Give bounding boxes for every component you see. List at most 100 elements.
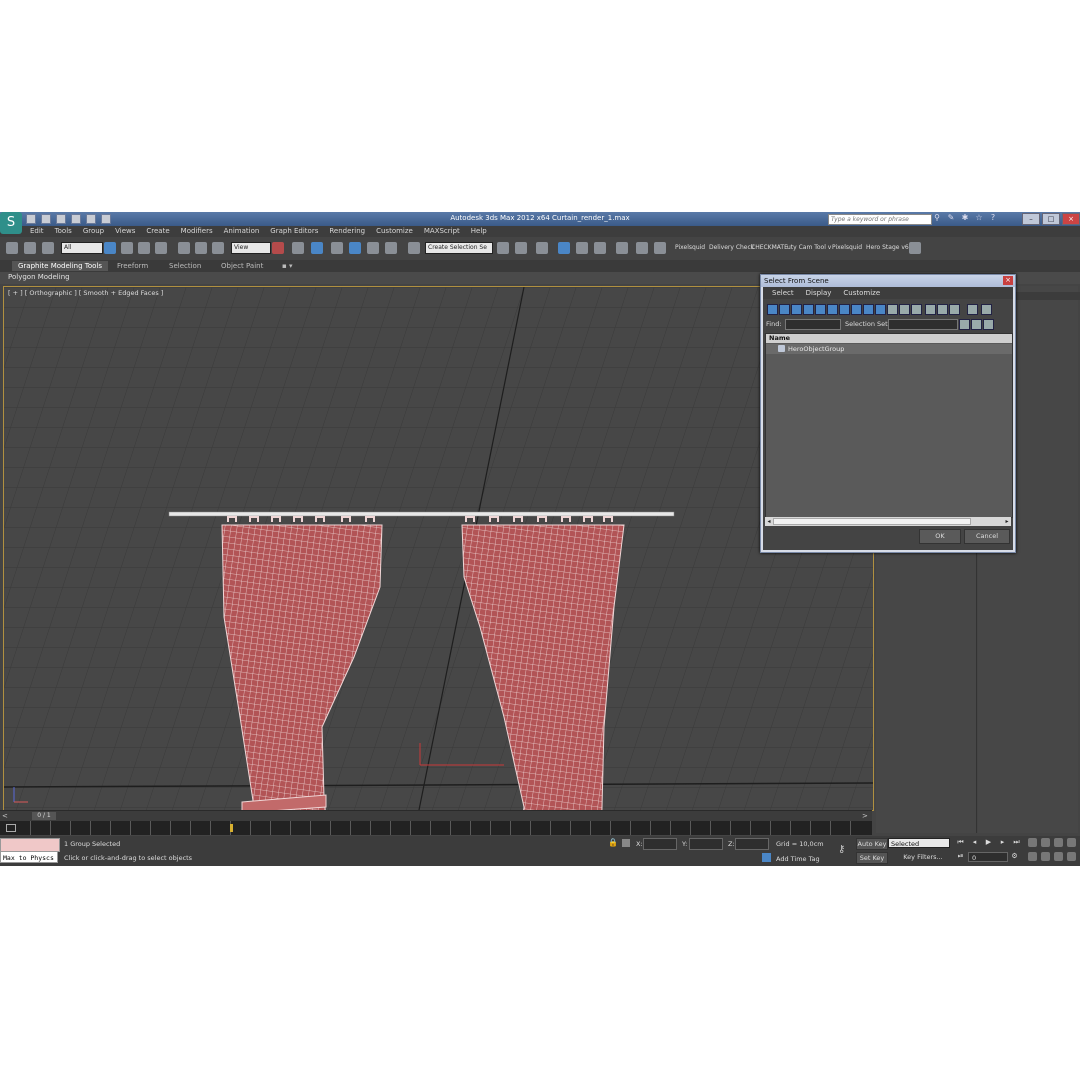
- select-manipulate-icon[interactable]: [292, 242, 304, 254]
- absolute-mode-icon[interactable]: [622, 839, 630, 847]
- prev-frame-icon[interactable]: ◂: [970, 838, 979, 847]
- key-marker[interactable]: [230, 824, 233, 832]
- material-editor-icon[interactable]: [616, 242, 628, 254]
- tab-selection[interactable]: Selection: [163, 261, 207, 271]
- time-slider-prev-icon[interactable]: <: [2, 812, 8, 820]
- scroll-left-icon[interactable]: ◂: [765, 517, 773, 526]
- menu-rendering[interactable]: Rendering: [329, 227, 365, 236]
- graphite-toggle-icon[interactable]: [558, 242, 570, 254]
- orbit-icon[interactable]: [1054, 852, 1063, 861]
- select-none-icon[interactable]: [937, 304, 948, 315]
- select-and-rotate-icon[interactable]: [195, 242, 207, 254]
- display-all-icon[interactable]: [911, 304, 922, 315]
- x-coord-input[interactable]: [643, 838, 677, 850]
- app-logo-icon[interactable]: S: [0, 212, 22, 234]
- select-object-icon[interactable]: [104, 242, 116, 254]
- track-bar[interactable]: [0, 821, 872, 835]
- plugin-pixelsquid-2[interactable]: Pixelsquid: [832, 244, 862, 251]
- current-frame-input[interactable]: 0: [968, 852, 1008, 862]
- bind-space-warp-icon[interactable]: [42, 242, 54, 254]
- named-selection-dropdown[interactable]: Create Selection Se: [425, 242, 493, 254]
- dialog-menu-display[interactable]: Display: [806, 287, 832, 299]
- display-shapes-icon[interactable]: [779, 304, 790, 315]
- zoom-all-icon[interactable]: [1041, 838, 1050, 847]
- select-and-move-icon[interactable]: [178, 242, 190, 254]
- plugin-checkmate[interactable]: CHECKMATE: [751, 244, 788, 251]
- sync-selection-icon[interactable]: [981, 304, 992, 315]
- menu-views[interactable]: Views: [115, 227, 135, 236]
- angle-snap-icon[interactable]: [349, 242, 361, 254]
- subscription-icon[interactable]: ✎: [946, 213, 956, 223]
- align-icon[interactable]: [515, 242, 527, 254]
- plugin-hero-stage[interactable]: Hero Stage v6: [866, 244, 909, 251]
- zoom-icon[interactable]: [1028, 838, 1037, 847]
- mirror-icon[interactable]: [497, 242, 509, 254]
- key-filters-button[interactable]: Key Filters...: [898, 852, 948, 862]
- tab-freeform[interactable]: Freeform: [111, 261, 154, 271]
- menu-graph-editors[interactable]: Graph Editors: [270, 227, 318, 236]
- display-hidden-icon[interactable]: [899, 304, 910, 315]
- y-coord-input[interactable]: [689, 838, 723, 850]
- edit-named-selection-icon[interactable]: [408, 242, 420, 254]
- communication-center-icon[interactable]: ✱: [960, 213, 970, 223]
- list-item[interactable]: HeroObjectGroup: [766, 344, 1012, 354]
- maximize-viewport-icon[interactable]: [1067, 852, 1076, 861]
- viewport-label[interactable]: [ + ] [ Orthographic ] [ Smooth + Edged …: [8, 289, 163, 297]
- layer-manager-icon[interactable]: [536, 242, 548, 254]
- add-time-tag[interactable]: Add Time Tag: [776, 855, 820, 863]
- menu-customize[interactable]: Customize: [376, 227, 413, 236]
- ribbon-options-icon[interactable]: ▪ ▾: [276, 261, 298, 271]
- display-spacewarps-icon[interactable]: [827, 304, 838, 315]
- select-and-link-icon[interactable]: [6, 242, 18, 254]
- percent-snap-icon[interactable]: [367, 242, 379, 254]
- dialog-menu-select[interactable]: Select: [772, 287, 794, 299]
- time-config-icon[interactable]: ⚙: [1010, 852, 1019, 861]
- render-icon[interactable]: [654, 242, 666, 254]
- play-icon[interactable]: ▶: [984, 838, 993, 847]
- display-xrefs-icon[interactable]: [851, 304, 862, 315]
- next-frame-icon[interactable]: ▸: [998, 838, 1007, 847]
- mini-curve-editor-icon[interactable]: [6, 824, 16, 832]
- minimize-button[interactable]: –: [1022, 213, 1040, 225]
- scene-object-list[interactable]: Name HeroObjectGroup: [765, 333, 1013, 518]
- display-cameras-icon[interactable]: [803, 304, 814, 315]
- menu-animation[interactable]: Animation: [224, 227, 260, 236]
- viewport-orthographic[interactable]: [ + ] [ Orthographic ] [ Smooth + Edged …: [3, 286, 874, 811]
- time-slider-next-icon[interactable]: >: [862, 812, 868, 820]
- menu-modifiers[interactable]: Modifiers: [181, 227, 213, 236]
- help-icon[interactable]: ?: [988, 213, 998, 223]
- display-bones-icon[interactable]: [863, 304, 874, 315]
- time-slider-thumb[interactable]: 0 / 1: [32, 812, 56, 820]
- menu-edit[interactable]: Edit: [30, 227, 44, 236]
- name-column-header[interactable]: Name: [766, 334, 1012, 343]
- maximize-button[interactable]: □: [1042, 213, 1060, 225]
- menu-tools[interactable]: Tools: [55, 227, 72, 236]
- horizontal-scrollbar[interactable]: ◂ ▸: [765, 517, 1011, 526]
- select-and-scale-icon[interactable]: [212, 242, 224, 254]
- goto-end-icon[interactable]: ⏭: [1012, 838, 1021, 847]
- dialog-title-bar[interactable]: Select From Scene: [761, 275, 1015, 287]
- display-containers-icon[interactable]: [875, 304, 886, 315]
- display-geometry-icon[interactable]: [767, 304, 778, 315]
- menu-help[interactable]: Help: [471, 227, 487, 236]
- display-frozen-icon[interactable]: [887, 304, 898, 315]
- field-of-view-icon[interactable]: [1028, 852, 1037, 861]
- goto-start-icon[interactable]: ⏮: [956, 838, 965, 847]
- snaps-toggle-icon[interactable]: [331, 242, 343, 254]
- favorites-star-icon[interactable]: ☆: [974, 213, 984, 223]
- key-mode-toggle-icon[interactable]: ⏯: [956, 852, 965, 861]
- plugin-cam-tool[interactable]: uty Cam Tool v: [787, 244, 831, 251]
- display-lights-icon[interactable]: [791, 304, 802, 315]
- key-icon[interactable]: ⚷: [838, 844, 845, 855]
- selection-lock-icon[interactable]: 🔒: [608, 839, 618, 847]
- rectangular-selection-icon[interactable]: [138, 242, 150, 254]
- plugin-delivery-check[interactable]: Delivery Check: [709, 244, 754, 251]
- set-key-button[interactable]: Set Key: [856, 852, 888, 864]
- select-invert-icon[interactable]: [949, 304, 960, 315]
- reference-coordinate-dropdown[interactable]: View: [231, 242, 271, 254]
- zoom-extents-all-icon[interactable]: [1067, 838, 1076, 847]
- z-coord-input[interactable]: [735, 838, 769, 850]
- dialog-close-button[interactable]: ×: [1003, 276, 1013, 285]
- ok-button[interactable]: OK: [919, 529, 961, 544]
- schematic-view-icon[interactable]: [594, 242, 606, 254]
